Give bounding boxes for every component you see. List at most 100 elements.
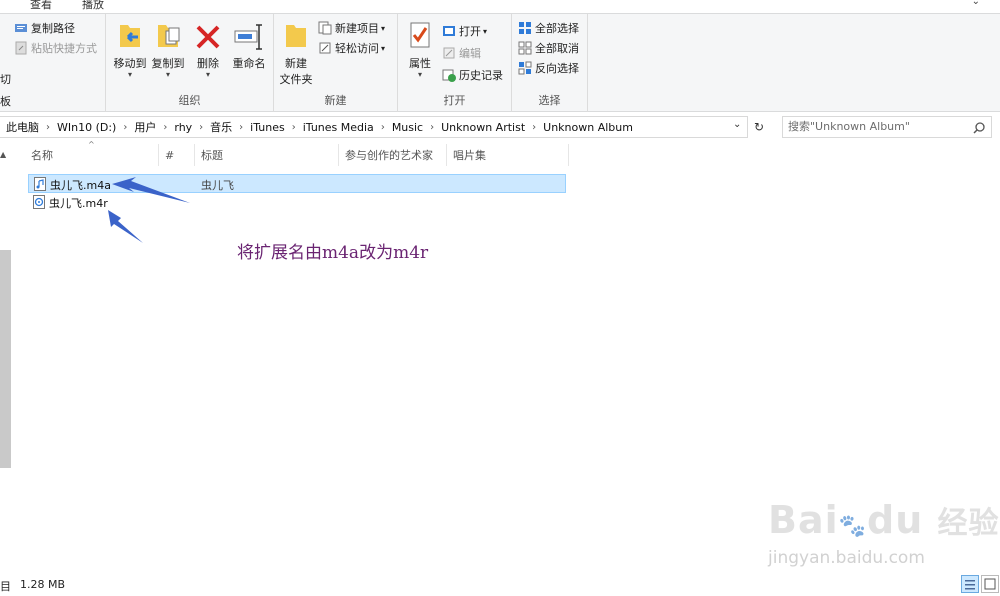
breadcrumb-item[interactable]: Unknown Album <box>543 121 633 134</box>
selection-size: 1.28 MB <box>20 578 66 591</box>
move-to-icon <box>114 19 146 53</box>
sort-ascending-icon: ^ <box>88 140 95 149</box>
breadcrumb-separator-icon[interactable]: › <box>199 122 203 133</box>
paste-shortcut-icon <box>14 41 28 55</box>
group-organize: 移动到 ▾ 复制到 ▾ 删除 ▾ 重命名 组织 <box>106 14 274 112</box>
tab-playback[interactable]: 播放 <box>82 0 104 12</box>
group-clipboard: 复制路径 粘贴快捷方式 切 板 <box>0 14 106 112</box>
item-count: 目 <box>0 580 11 593</box>
column-divider[interactable] <box>446 144 447 166</box>
column-header-album[interactable]: 唱片集 <box>453 146 486 166</box>
address-dropdown-icon[interactable]: ⌄ <box>733 119 741 130</box>
breadcrumb-item[interactable]: 用户 <box>134 119 156 135</box>
column-divider[interactable] <box>568 144 569 166</box>
column-header-title[interactable]: 标题 <box>201 146 223 166</box>
select-all-button[interactable]: 全部选择 <box>518 19 579 37</box>
nav-scroll-up-icon[interactable]: ▲ <box>0 150 6 159</box>
breadcrumb-item[interactable]: iTunes <box>250 121 285 134</box>
breadcrumb-separator-icon[interactable]: › <box>163 122 167 133</box>
group-select: 全部选择 全部取消 反向选择 选择 <box>512 14 588 112</box>
select-none-icon <box>518 41 532 55</box>
file-row[interactable]: 虫儿飞.m4r <box>28 193 566 212</box>
breadcrumb-item[interactable]: iTunes Media <box>303 121 374 134</box>
file-title: 虫儿飞 <box>201 179 234 192</box>
group-clipboard-label: 板 <box>0 95 11 108</box>
column-header-name[interactable]: 名称 <box>31 146 53 166</box>
column-divider[interactable] <box>158 144 159 166</box>
breadcrumb-separator-icon[interactable]: › <box>239 122 243 133</box>
group-new: 新建 文件夹 新建项目 ▾ 轻松访问 ▾ 新建 <box>274 14 398 112</box>
edit-button[interactable]: 编辑 <box>442 44 481 62</box>
chevron-down-icon: ▾ <box>483 26 488 36</box>
easy-access-button[interactable]: 轻松访问 ▾ <box>318 39 385 57</box>
breadcrumb-separator-icon[interactable]: › <box>381 122 385 133</box>
breadcrumb-item[interactable]: 音乐 <box>210 119 232 135</box>
refresh-icon[interactable]: ↻ <box>750 116 768 138</box>
breadcrumb-item[interactable]: rhy <box>174 121 192 134</box>
file-name: 虫儿飞.m4r <box>49 197 108 210</box>
breadcrumb-item[interactable]: Unknown Artist <box>441 121 525 134</box>
new-item-icon <box>318 21 332 35</box>
large-icons-view-icon[interactable] <box>981 575 999 593</box>
breadcrumb-separator-icon[interactable]: › <box>123 122 127 133</box>
new-folder-button[interactable]: 新建 文件夹 <box>276 19 316 87</box>
status-bar: 目 1.28 MB <box>0 574 1000 596</box>
breadcrumb-separator-icon[interactable]: › <box>46 122 50 133</box>
delete-button[interactable]: 删除 ▾ <box>190 19 226 79</box>
column-header-artist[interactable]: 参与创作的艺术家 <box>345 146 433 166</box>
open-button[interactable]: 打开 ▾ <box>442 22 487 40</box>
easy-access-icon <box>318 41 332 55</box>
breadcrumb-separator-icon[interactable]: › <box>292 122 296 133</box>
copy-to-icon <box>152 19 184 53</box>
column-header-number[interactable]: # <box>165 146 174 166</box>
invert-selection-icon <box>518 61 532 75</box>
new-folder-icon <box>280 19 312 53</box>
breadcrumb-separator-icon[interactable]: › <box>532 122 536 133</box>
properties-icon <box>404 19 436 53</box>
rename-button[interactable]: 重命名 <box>228 19 270 71</box>
open-icon <box>442 24 456 38</box>
breadcrumb-separator-icon[interactable]: › <box>430 122 434 133</box>
invert-selection-button[interactable]: 反向选择 <box>518 59 579 77</box>
chevron-down-icon: ▾ <box>381 23 386 33</box>
column-divider[interactable] <box>338 144 339 166</box>
ribbon-collapse-icon[interactable]: ⌄ <box>972 0 980 7</box>
chevron-down-icon: ▾ <box>381 43 386 53</box>
history-button[interactable]: 历史记录 <box>442 66 503 84</box>
breadcrumb-item[interactable]: Music <box>392 121 423 134</box>
select-all-icon <box>518 21 532 35</box>
watermark-logo: Bai🐾du 经验 <box>768 498 1000 542</box>
new-item-button[interactable]: 新建项目 ▾ <box>318 19 385 37</box>
annotation-text: 将扩展名由m4a改为m4r <box>237 243 429 263</box>
paste-shortcut-button[interactable]: 粘贴快捷方式 <box>14 39 97 57</box>
file-name: 虫儿飞.m4a <box>50 179 111 192</box>
copy-path-icon <box>14 21 28 35</box>
group-organize-label: 组织 <box>178 94 201 107</box>
file-row[interactable]: 虫儿飞.m4a 虫儿飞 <box>28 174 566 193</box>
edit-icon <box>442 46 456 60</box>
column-divider[interactable] <box>194 144 195 166</box>
details-view-icon[interactable] <box>961 575 979 593</box>
paw-icon: 🐾 <box>838 514 868 539</box>
cut-button[interactable]: 切 <box>0 70 11 88</box>
search-input[interactable]: 搜索"Unknown Album" <box>782 116 992 138</box>
copy-path-button[interactable]: 复制路径 <box>14 19 75 37</box>
watermark-url: jingyan.baidu.com <box>768 548 925 568</box>
group-select-label: 选择 <box>538 94 561 107</box>
properties-button[interactable]: 属性 ▾ <box>400 19 440 79</box>
move-to-button[interactable]: 移动到 ▾ <box>110 19 150 79</box>
breadcrumb-item[interactable]: 此电脑 <box>6 119 39 135</box>
address-bar: 此电脑 › WIn10 (D:) › 用户 › rhy › 音乐 › iTunes › iTunes M… <box>0 116 1000 138</box>
breadcrumb-item[interactable]: WIn10 (D:) <box>57 121 116 134</box>
copy-to-button[interactable]: 复制到 ▾ <box>148 19 188 79</box>
music-file-icon <box>34 177 46 191</box>
group-open-label: 打开 <box>443 94 466 107</box>
ribbon: 复制路径 粘贴快捷方式 切 板 移动到▾ 复制到▾ 删除▾ 重命名 组织 <box>0 14 1000 112</box>
ribbon-tab-strip: 查看 播放 ⌄ <box>0 0 1000 14</box>
nav-pane-scrollbar[interactable] <box>0 250 11 468</box>
tab-view[interactable]: 查看 <box>30 0 52 12</box>
select-none-button[interactable]: 全部取消 <box>518 39 579 57</box>
ringtone-file-icon <box>33 195 45 209</box>
breadcrumb[interactable]: 此电脑 › WIn10 (D:) › 用户 › rhy › 音乐 › iTunes › iTunes M… <box>0 116 748 138</box>
search-icon <box>973 121 985 134</box>
